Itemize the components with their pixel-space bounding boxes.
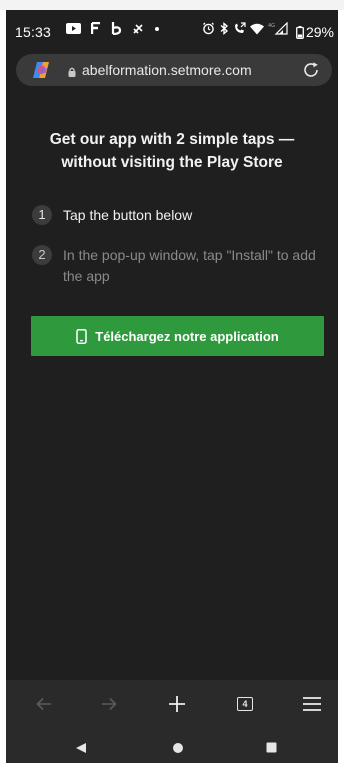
address-bar[interactable]: abelformation.setmore.com [16, 54, 332, 86]
call-forward-icon [233, 22, 246, 35]
forward-button[interactable] [93, 680, 125, 728]
f-notification-icon [91, 22, 101, 35]
download-app-button[interactable]: Téléchargez notre application [31, 316, 324, 356]
browser-logo-icon[interactable] [31, 60, 51, 80]
url-text[interactable]: abelformation.setmore.com [82, 62, 252, 78]
system-recents-button[interactable] [256, 732, 286, 763]
download-app-label: Téléchargez notre application [95, 328, 279, 344]
menu-button[interactable] [295, 680, 329, 728]
system-home-button[interactable] [163, 732, 193, 763]
tab-switcher-icon: 4 [237, 697, 253, 711]
page-headline: Get our app with 2 simple taps — without… [49, 131, 295, 171]
video-notification-icon [66, 23, 81, 34]
phone-icon [76, 328, 87, 344]
new-tab-plus-icon [168, 695, 186, 713]
nav-back-icon [75, 742, 87, 754]
lock-icon [68, 64, 76, 82]
system-back-button[interactable] [66, 732, 96, 763]
back-button[interactable] [28, 680, 60, 728]
battery-indicator: 29% [296, 24, 334, 40]
step-text: In the pop-up window, tap "Install" to a… [63, 247, 316, 284]
step-number: 2 [32, 245, 52, 265]
nav-home-icon [172, 742, 184, 754]
notification-icons [66, 22, 160, 35]
new-tab-button[interactable] [160, 680, 194, 728]
reload-icon[interactable] [300, 59, 322, 86]
nav-recents-icon [266, 742, 277, 753]
network-type-label: 4G [268, 23, 275, 29]
tab-switcher-button[interactable]: 4 [228, 680, 262, 728]
step-number: 1 [32, 205, 52, 225]
top-strip [0, 0, 344, 10]
forward-arrow-icon [101, 697, 117, 711]
viber-notification-icon [132, 23, 144, 35]
browser-toolbar: 4 [6, 680, 338, 732]
signal-icon: 4G [268, 22, 288, 35]
status-bar: 15:33 4G 29% [6, 10, 338, 44]
dot-icon [154, 26, 160, 32]
system-status-icons: 4G [202, 22, 288, 35]
hamburger-menu-icon [303, 697, 321, 711]
system-nav-bar [6, 732, 338, 763]
phone-screen: 15:33 4G 29% abelformation.setmore.com G… [6, 10, 338, 763]
status-time: 15:33 [15, 24, 52, 40]
step-text: Tap the button below [63, 207, 193, 223]
battery-icon [296, 25, 304, 39]
battery-percent: 29% [305, 24, 334, 40]
back-arrow-icon [36, 697, 52, 711]
alarm-icon [202, 22, 215, 35]
b-notification-icon [111, 22, 122, 35]
wifi-icon [250, 23, 264, 35]
page-content: Get our app with 2 simple taps — without… [6, 96, 338, 680]
bluetooth-icon [219, 22, 229, 35]
